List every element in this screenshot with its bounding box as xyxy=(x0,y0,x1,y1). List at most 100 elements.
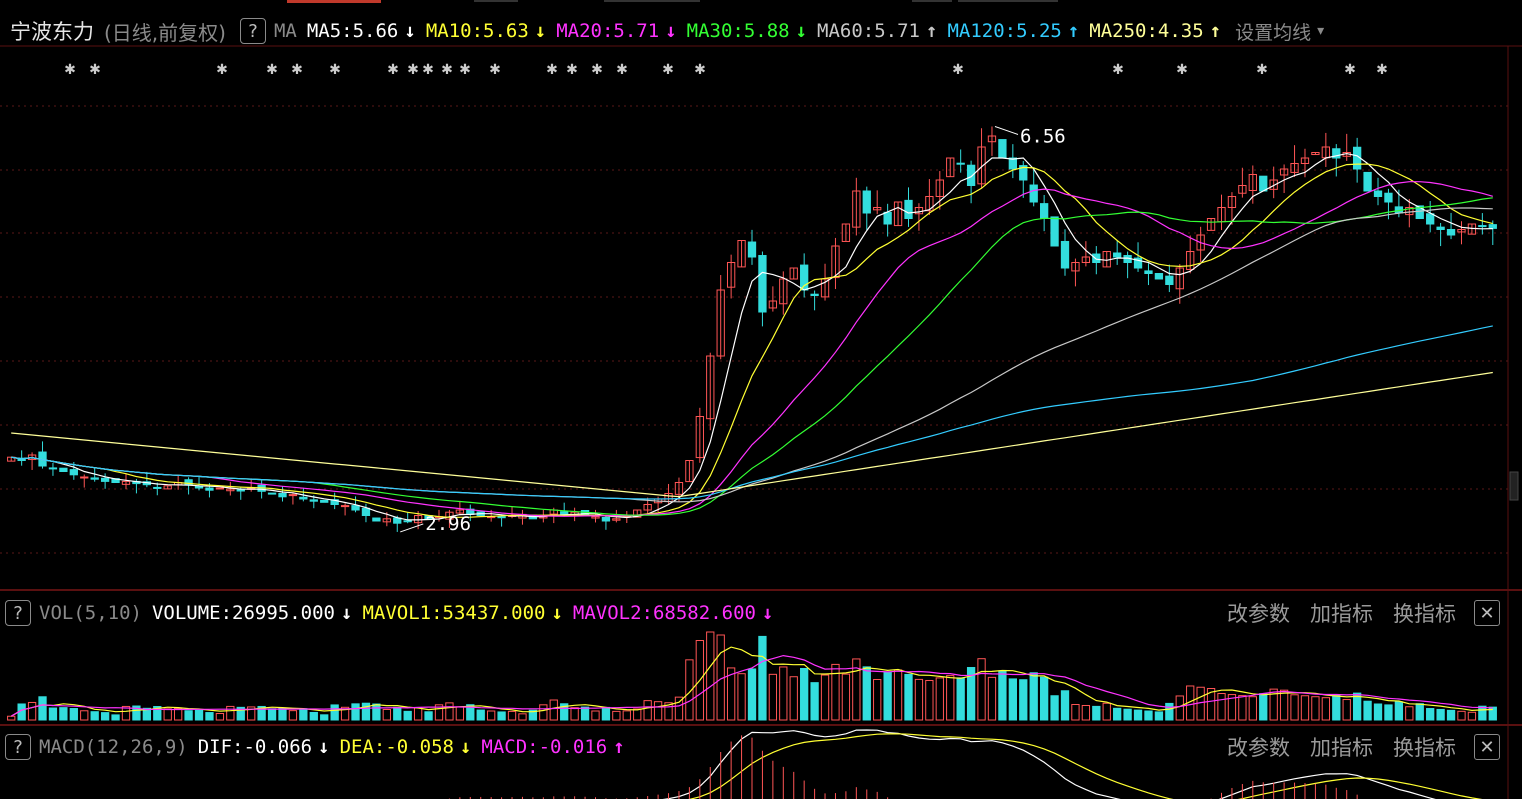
volume-bar xyxy=(570,707,579,721)
candle xyxy=(1426,213,1435,225)
volume-bar xyxy=(226,705,235,721)
volume-bar xyxy=(330,704,339,721)
ma-settings-button[interactable]: 设置均线 xyxy=(1235,18,1311,45)
high-marker-arrow xyxy=(994,125,1019,135)
volume-bar xyxy=(1332,694,1341,721)
add-indicator-button[interactable]: 加指标 xyxy=(1310,732,1373,762)
arrow-down-icon: ↓ xyxy=(534,20,547,42)
kline-chart[interactable]: 6.562.96✱ ✱ ✱ ✱ ✱ ✱ ✱ ✱ ✱ ✱ ✱ ✱ ✱ ✱ ✱ ✱ ✱ ✱ ✱ ✱ ✱ ✱ ✱ ✱ xyxy=(0,0,1522,799)
low-price-label: 2.96 xyxy=(425,513,471,535)
candle xyxy=(1478,225,1487,228)
ma-legend-value: MA5:5.66 xyxy=(306,20,399,42)
add-indicator-button[interactable]: 加指标 xyxy=(1310,598,1373,628)
candle xyxy=(883,211,892,225)
volume-bar xyxy=(904,673,913,721)
candle xyxy=(862,190,871,214)
macd-legend-item: DIF:-0.066 ↓ xyxy=(198,736,330,758)
event-marker-icon: ✱ xyxy=(952,62,964,78)
candle xyxy=(758,255,767,313)
close-icon[interactable]: ✕ xyxy=(1474,734,1500,760)
volume-bar xyxy=(800,667,809,721)
candle xyxy=(69,469,78,476)
event-marker-icon: ✱ xyxy=(616,62,628,78)
help-button[interactable]: ? xyxy=(5,600,31,626)
macd-indicator-name[interactable]: MACD(12,26,9) xyxy=(39,736,188,758)
volume-bar xyxy=(820,674,830,721)
volume-bar xyxy=(1342,699,1351,721)
volume-bar xyxy=(747,668,757,721)
stock-name[interactable]: 宁波东力 xyxy=(10,16,94,46)
volume-bar xyxy=(288,710,298,721)
switch-indicator-button[interactable]: 换指标 xyxy=(1393,732,1456,762)
volume-bar xyxy=(215,713,225,721)
volume-bar xyxy=(174,707,183,721)
ma-legend-item: MA10:5.63 ↓ xyxy=(426,20,546,42)
event-marker-icon: ✱ xyxy=(694,62,706,78)
candle xyxy=(205,487,214,491)
ma-legend-value: MA120:5.25 xyxy=(947,20,1062,42)
candle xyxy=(1373,190,1383,197)
candle xyxy=(299,496,308,500)
volume-bar xyxy=(1290,694,1299,721)
volume-bar xyxy=(612,710,621,721)
volume-bar xyxy=(946,675,955,721)
volume-bar xyxy=(1259,693,1268,721)
volume-bar xyxy=(1102,702,1111,721)
volume-bar xyxy=(1415,703,1424,721)
candle xyxy=(1165,275,1174,286)
volume-bar xyxy=(267,708,277,721)
volume-bar xyxy=(1373,703,1383,721)
volume-bar xyxy=(1019,679,1028,721)
candle xyxy=(1113,252,1122,258)
volume-bar xyxy=(487,710,496,721)
candle xyxy=(810,293,819,296)
volume-bar xyxy=(580,706,590,721)
change-params-button[interactable]: 改参数 xyxy=(1227,598,1290,628)
volume-bar xyxy=(1426,708,1435,721)
volume-bar xyxy=(779,666,788,721)
ma-legend-item: MA30:5.88 ↓ xyxy=(687,20,807,42)
volume-indicator-name[interactable]: VOL(5,10) xyxy=(39,602,142,624)
change-params-button[interactable]: 改参数 xyxy=(1227,732,1290,762)
ma-legend-item: MA250:4.35 ↑ xyxy=(1089,20,1221,42)
volume-bar xyxy=(1248,696,1257,721)
volume-bar xyxy=(883,671,892,721)
indicator-name[interactable]: MA xyxy=(274,20,297,42)
help-button[interactable]: ? xyxy=(239,18,266,44)
arrow-up-icon: ↑ xyxy=(1067,20,1080,42)
period-label[interactable]: (日线,前复权) xyxy=(104,17,226,46)
volume-bar xyxy=(653,701,663,721)
close-icon[interactable]: ✕ xyxy=(1474,600,1500,626)
volume-bar xyxy=(403,710,412,721)
chevron-down-icon[interactable]: ▾ xyxy=(1317,23,1324,39)
candle xyxy=(361,507,371,517)
candle xyxy=(1039,203,1049,219)
volume-legend-item: VOLUME:26995.000 ↓ xyxy=(152,602,352,624)
arrow-down-icon: ↓ xyxy=(404,20,416,42)
volume-bar xyxy=(372,703,381,721)
event-marker-icon: ✱ xyxy=(662,62,674,78)
candle xyxy=(1029,184,1038,203)
volume-bar xyxy=(643,700,652,721)
help-button[interactable]: ? xyxy=(5,734,31,760)
candle xyxy=(1092,253,1101,263)
volume-bar xyxy=(320,714,329,721)
candle xyxy=(1259,175,1268,192)
event-marker-icon: ✱ xyxy=(89,62,101,78)
ma-legend-value: MA10:5.63 xyxy=(425,20,529,42)
candle xyxy=(497,516,506,519)
event-marker-icon: ✱ xyxy=(1176,62,1188,78)
event-marker-icon: ✱ xyxy=(591,62,603,78)
volume-bar xyxy=(299,708,308,721)
volume-bar xyxy=(1039,676,1049,721)
event-marker-icon: ✱ xyxy=(407,62,419,78)
volume-bar xyxy=(413,707,423,721)
volume-bar xyxy=(455,706,465,721)
arrow-down-icon: ↓ xyxy=(795,20,808,42)
volume-bar xyxy=(184,710,193,721)
switch-indicator-button[interactable]: 换指标 xyxy=(1393,598,1456,628)
volume-bar xyxy=(1008,678,1017,721)
ma5-line xyxy=(11,152,1493,521)
candle xyxy=(194,486,204,489)
ma-legend-item: MA5:5.66 ↓ xyxy=(307,20,416,42)
